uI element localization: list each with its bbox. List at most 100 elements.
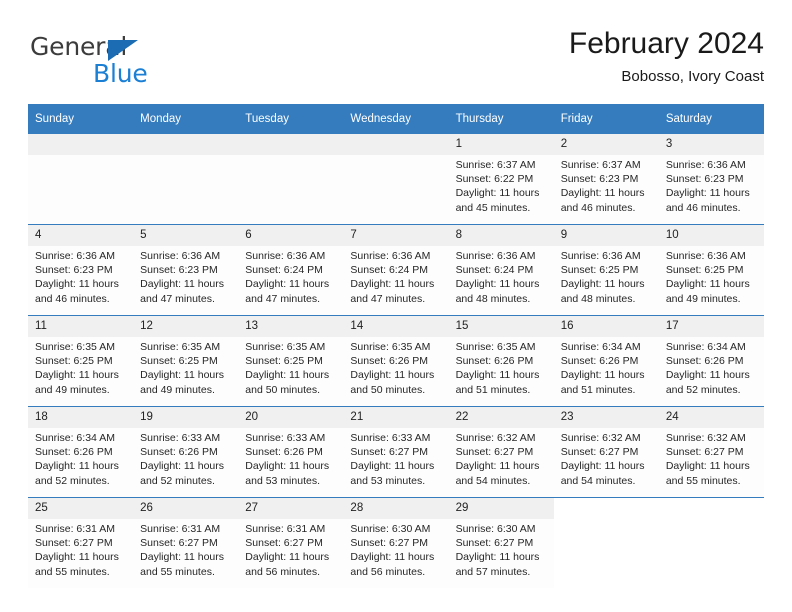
daylight-text: Daylight: 11 hours and 55 minutes.	[140, 551, 224, 578]
day-details: Sunrise: 6:34 AM Sunset: 6:26 PM Daylight:…	[659, 337, 764, 397]
day-cell-25[interactable]: 25 Sunrise: 6:31 AM Sunset: 6:27 PM Dayligh…	[28, 498, 134, 588]
calendar-week-row: 11 Sunrise: 6:35 AM Sunset: 6:25 PM Dayligh…	[28, 315, 764, 407]
day-cell-27[interactable]: 27 Sunrise: 6:31 AM Sunset: 6:27 PM Dayligh…	[238, 498, 344, 588]
calendar-cell: 2 Sunrise: 6:37 AM Sunset: 6:23 PM Daylight…	[553, 134, 659, 225]
day-cell-8[interactable]: 8 Sunrise: 6:36 AM Sunset: 6:24 PM Daylight…	[448, 225, 554, 315]
day-details: Sunrise: 6:35 AM Sunset: 6:25 PM Daylight:…	[238, 337, 343, 397]
day-details: Sunrise: 6:36 AM Sunset: 6:25 PM Daylight:…	[659, 246, 764, 306]
day-cell-26[interactable]: 26 Sunrise: 6:31 AM Sunset: 6:27 PM Dayligh…	[133, 498, 239, 588]
sunset-text: Sunset: 6:25 PM	[245, 355, 323, 368]
calendar-cell: 22 Sunrise: 6:32 AM Sunset: 6:27 PM Dayligh…	[448, 406, 554, 498]
day-cell-2[interactable]: 2 Sunrise: 6:37 AM Sunset: 6:23 PM Daylight…	[553, 134, 659, 224]
sunset-text: Sunset: 6:23 PM	[560, 173, 639, 186]
day-number: 13	[238, 316, 344, 337]
day-details: Sunrise: 6:35 AM Sunset: 6:25 PM Daylight:…	[133, 337, 238, 397]
sunrise-text: Sunrise: 6:34 AM	[560, 341, 641, 353]
calendar-cell	[343, 134, 449, 225]
calendar-cell: 27 Sunrise: 6:31 AM Sunset: 6:27 PM Dayligh…	[238, 497, 344, 588]
day-cell-28[interactable]: 28 Sunrise: 6:30 AM Sunset: 6:27 PM Dayligh…	[343, 498, 449, 588]
day-details: Sunrise: 6:36 AM Sunset: 6:24 PM Daylight:…	[238, 246, 343, 306]
sunrise-text: Sunrise: 6:30 AM	[455, 523, 536, 535]
calendar-week-row: 25 Sunrise: 6:31 AM Sunset: 6:27 PM Dayligh…	[28, 497, 764, 588]
calendar-cell: 17 Sunrise: 6:34 AM Sunset: 6:26 PM Dayligh…	[658, 315, 764, 407]
day-cell-12[interactable]: 12 Sunrise: 6:35 AM Sunset: 6:25 PM Dayligh…	[133, 316, 239, 406]
page-subtitle: Bobosso, Ivory Coast	[621, 68, 764, 85]
calendar-cell: 7 Sunrise: 6:36 AM Sunset: 6:24 PM Daylight…	[343, 224, 449, 316]
daylight-text: Daylight: 11 hours and 47 minutes.	[245, 278, 330, 305]
day-details: Sunrise: 6:36 AM Sunset: 6:24 PM Daylight:…	[343, 246, 448, 306]
day-cell-9[interactable]: 9 Sunrise: 6:36 AM Sunset: 6:25 PM Daylight…	[553, 225, 659, 315]
title-block: February 2024 Bobosso, Ivory Coast	[244, 26, 764, 86]
daylight-text: Daylight: 11 hours and 51 minutes.	[560, 369, 645, 396]
day-number: 26	[133, 498, 239, 519]
day-cell-6[interactable]: 6 Sunrise: 6:36 AM Sunset: 6:24 PM Daylight…	[238, 225, 344, 315]
day-details: Sunrise: 6:36 AM Sunset: 6:24 PM Daylight:…	[449, 246, 554, 306]
daylight-text: Daylight: 11 hours and 51 minutes.	[455, 369, 540, 396]
daylight-text: Daylight: 11 hours and 54 minutes.	[560, 460, 645, 487]
day-cell-1[interactable]: 1 Sunrise: 6:37 AM Sunset: 6:22 PM Daylight…	[448, 134, 554, 224]
day-cell-23[interactable]: 23 Sunrise: 6:32 AM Sunset: 6:27 PM Dayligh…	[553, 407, 659, 497]
daylight-text: Daylight: 11 hours and 49 minutes.	[140, 369, 224, 396]
sunrise-text: Sunrise: 6:33 AM	[245, 432, 326, 444]
sunset-text: Sunset: 6:27 PM	[245, 537, 323, 550]
sunset-text: Sunset: 6:27 PM	[350, 537, 429, 550]
sunset-text: Sunset: 6:27 PM	[140, 537, 218, 550]
day-cell-16[interactable]: 16 Sunrise: 6:34 AM Sunset: 6:26 PM Dayligh…	[553, 316, 659, 406]
sunrise-text: Sunrise: 6:30 AM	[350, 523, 431, 535]
daylight-text: Daylight: 11 hours and 55 minutes.	[665, 460, 750, 487]
general-blue-logo[interactable]: General Blue	[30, 32, 230, 90]
weekday-header-friday: Friday	[553, 104, 659, 134]
day-details: Sunrise: 6:37 AM Sunset: 6:23 PM Daylight:…	[554, 155, 659, 215]
calendar-cell	[133, 134, 239, 225]
day-cell-14[interactable]: 14 Sunrise: 6:35 AM Sunset: 6:26 PM Dayligh…	[343, 316, 449, 406]
day-cell-17[interactable]: 17 Sunrise: 6:34 AM Sunset: 6:26 PM Dayligh…	[658, 316, 764, 406]
day-details: Sunrise: 6:36 AM Sunset: 6:23 PM Daylight:…	[28, 246, 133, 306]
calendar-cell: 6 Sunrise: 6:36 AM Sunset: 6:24 PM Daylight…	[238, 224, 344, 316]
day-cell-18[interactable]: 18 Sunrise: 6:34 AM Sunset: 6:26 PM Dayligh…	[28, 407, 134, 497]
day-cell-20[interactable]: 20 Sunrise: 6:33 AM Sunset: 6:26 PM Dayligh…	[238, 407, 344, 497]
page-header: General Blue February 2024 Bobosso, Ivor…	[28, 26, 764, 98]
day-number: 1	[448, 134, 554, 155]
day-number: 9	[553, 225, 659, 246]
day-cell-10[interactable]: 10 Sunrise: 6:36 AM Sunset: 6:25 PM Dayligh…	[658, 225, 764, 315]
calendar-cell	[238, 134, 344, 225]
weekday-header-thursday: Thursday	[448, 104, 554, 134]
day-cell-5[interactable]: 5 Sunrise: 6:36 AM Sunset: 6:23 PM Daylight…	[133, 225, 239, 315]
day-cell-22[interactable]: 22 Sunrise: 6:32 AM Sunset: 6:27 PM Dayligh…	[448, 407, 554, 497]
calendar-cell	[553, 497, 659, 588]
day-cell-13[interactable]: 13 Sunrise: 6:35 AM Sunset: 6:25 PM Dayligh…	[238, 316, 344, 406]
sunset-text: Sunset: 6:25 PM	[35, 355, 113, 368]
day-cell-19[interactable]: 19 Sunrise: 6:33 AM Sunset: 6:26 PM Dayligh…	[133, 407, 239, 497]
day-number	[238, 134, 344, 155]
daylight-text: Daylight: 11 hours and 47 minutes.	[140, 278, 224, 305]
day-number: 18	[28, 407, 134, 428]
calendar-week-row: 18 Sunrise: 6:34 AM Sunset: 6:26 PM Dayligh…	[28, 406, 764, 498]
calendar-cell: 13 Sunrise: 6:35 AM Sunset: 6:25 PM Dayligh…	[238, 315, 344, 407]
sunset-text: Sunset: 6:25 PM	[665, 264, 744, 277]
day-cell-7[interactable]: 7 Sunrise: 6:36 AM Sunset: 6:24 PM Daylight…	[343, 225, 449, 315]
day-cell-29[interactable]: 29 Sunrise: 6:30 AM Sunset: 6:27 PM Dayligh…	[448, 498, 554, 588]
day-cell-4[interactable]: 4 Sunrise: 6:36 AM Sunset: 6:23 PM Daylight…	[28, 225, 134, 315]
day-cell-21[interactable]: 21 Sunrise: 6:33 AM Sunset: 6:27 PM Dayligh…	[343, 407, 449, 497]
day-number: 5	[133, 225, 239, 246]
sunrise-text: Sunrise: 6:36 AM	[140, 250, 221, 262]
daylight-text: Daylight: 11 hours and 57 minutes.	[455, 551, 540, 578]
calendar-cell: 1 Sunrise: 6:37 AM Sunset: 6:22 PM Daylight…	[448, 134, 554, 225]
day-cell-11[interactable]: 11 Sunrise: 6:35 AM Sunset: 6:25 PM Dayligh…	[28, 316, 134, 406]
day-number: 12	[133, 316, 239, 337]
day-number: 4	[28, 225, 134, 246]
calendar-cell: 23 Sunrise: 6:32 AM Sunset: 6:27 PM Dayligh…	[553, 406, 659, 498]
day-cell-3[interactable]: 3 Sunrise: 6:36 AM Sunset: 6:23 PM Daylight…	[658, 134, 764, 224]
sunset-text: Sunset: 6:27 PM	[455, 537, 534, 550]
day-cell-24[interactable]: 24 Sunrise: 6:32 AM Sunset: 6:27 PM Dayligh…	[658, 407, 764, 497]
daylight-text: Daylight: 11 hours and 46 minutes.	[35, 278, 119, 305]
daylight-text: Daylight: 11 hours and 55 minutes.	[35, 551, 119, 578]
daylight-text: Daylight: 11 hours and 52 minutes.	[140, 460, 224, 487]
sunset-text: Sunset: 6:24 PM	[245, 264, 323, 277]
day-details: Sunrise: 6:34 AM Sunset: 6:26 PM Daylight:…	[554, 337, 659, 397]
calendar-week-row: 1 Sunrise: 6:37 AM Sunset: 6:22 PM Daylight…	[28, 134, 764, 225]
daylight-text: Daylight: 11 hours and 48 minutes.	[560, 278, 645, 305]
sunrise-text: Sunrise: 6:33 AM	[140, 432, 221, 444]
day-cell-15[interactable]: 15 Sunrise: 6:35 AM Sunset: 6:26 PM Dayligh…	[448, 316, 554, 406]
sunset-text: Sunset: 6:27 PM	[35, 537, 113, 550]
